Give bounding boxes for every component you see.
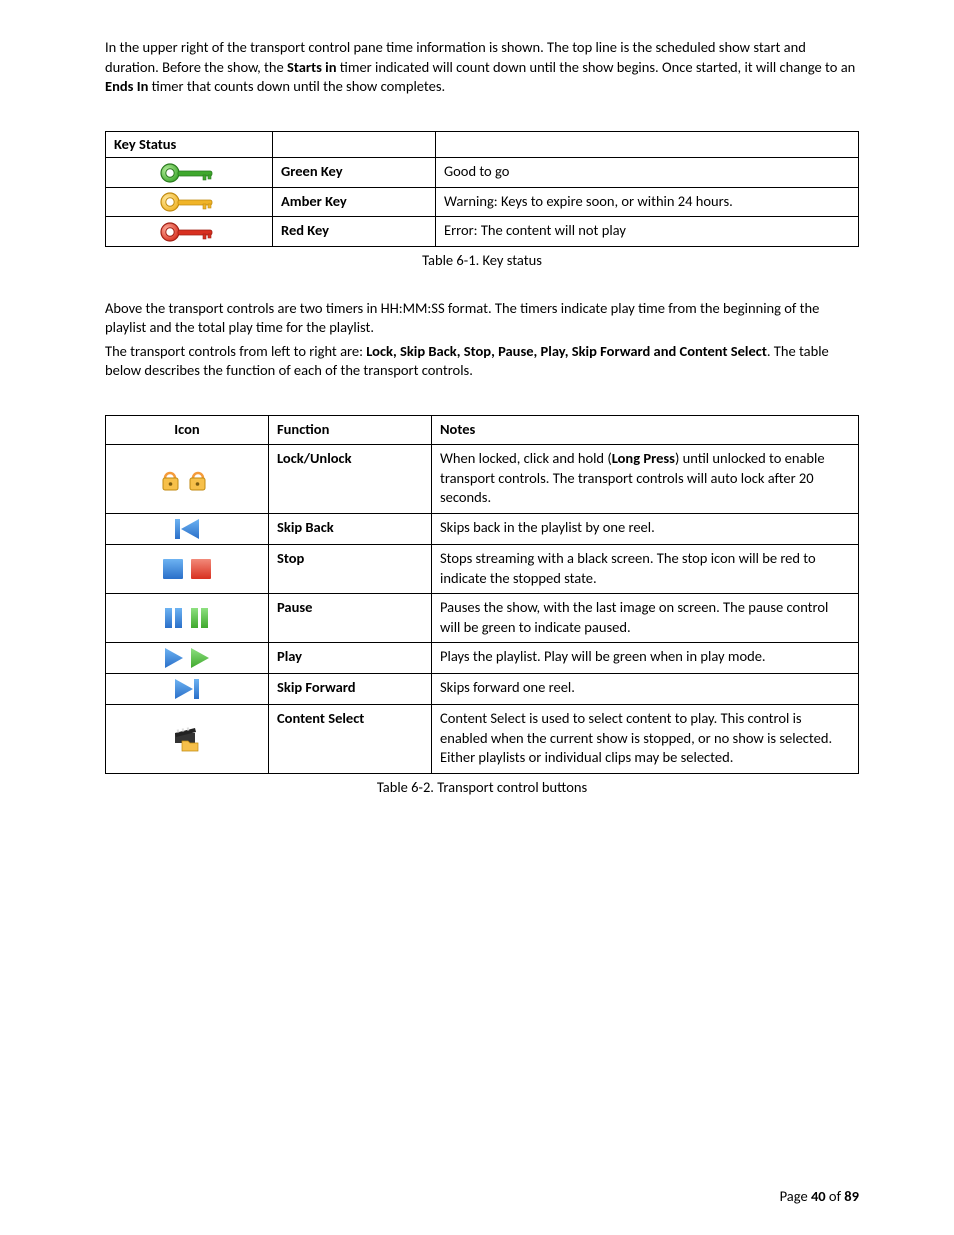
function-notes: Content Select is used to select content… — [432, 705, 859, 774]
table-row: Skip Back Skips back in the playlist by … — [106, 514, 859, 545]
timers-paragraph: Above the transport controls are two tim… — [105, 299, 859, 338]
long-press-bold: Long Press — [612, 449, 675, 467]
table-row: Green Key Good to go — [106, 158, 859, 188]
function-name: Lock/Unlock — [269, 445, 432, 514]
function-name: Skip Back — [269, 514, 432, 545]
notes-text: When locked, click and hold ( — [440, 449, 612, 467]
function-name: Stop — [269, 545, 432, 594]
table-row: Skip Forward Skips forward one reel. — [106, 674, 859, 705]
red-key-icon — [106, 217, 273, 247]
function-notes: Stops streaming with a black screen. The… — [432, 545, 859, 594]
intro-starts-in: Starts in — [287, 58, 336, 76]
key-desc: Error: The content will not play — [436, 217, 859, 247]
footer-text: of — [826, 1187, 845, 1205]
col-function: Function — [269, 415, 432, 445]
empty-cell — [436, 131, 859, 158]
table1-caption: Table 6-1. Key status — [105, 251, 859, 271]
transport-text: The transport controls from left to righ… — [105, 342, 366, 360]
skip-back-icon — [106, 514, 269, 545]
footer-text: Page — [780, 1187, 811, 1205]
col-notes: Notes — [432, 415, 859, 445]
table-header-row: Icon Function Notes — [106, 415, 859, 445]
key-name: Amber Key — [273, 187, 436, 217]
table-row: Content Select Content Select is used to… — [106, 705, 859, 774]
empty-cell — [273, 131, 436, 158]
intro-text: timer that counts down until the show co… — [148, 77, 445, 95]
stop-icon — [106, 545, 269, 594]
col-icon: Icon — [106, 415, 269, 445]
table-row: Play Plays the playlist. Play will be gr… — [106, 643, 859, 674]
function-notes: Pauses the show, with the last image on … — [432, 594, 859, 643]
function-notes: Plays the playlist. Play will be green w… — [432, 643, 859, 674]
footer-page-total: 89 — [844, 1187, 859, 1205]
content-select-icon — [106, 705, 269, 774]
table2-caption: Table 6-2. Transport control buttons — [105, 778, 859, 798]
function-notes: Skips back in the playlist by one reel. — [432, 514, 859, 545]
pause-icon — [106, 594, 269, 643]
key-name: Green Key — [273, 158, 436, 188]
key-status-table: Key Status Green Key Good to go — [105, 131, 859, 247]
table-row: Stop Stops streaming with a black screen… — [106, 545, 859, 594]
function-notes: Skips forward one reel. — [432, 674, 859, 705]
key-desc: Good to go — [436, 158, 859, 188]
function-notes: When locked, click and hold (Long Press)… — [432, 445, 859, 514]
function-name: Pause — [269, 594, 432, 643]
intro-ends-in: Ends In — [105, 77, 148, 95]
table-header-row: Key Status — [106, 131, 859, 158]
table-row: Lock/Unlock When locked, click and hold … — [106, 445, 859, 514]
skip-forward-icon — [106, 674, 269, 705]
transport-list-paragraph: The transport controls from left to righ… — [105, 342, 859, 381]
function-name: Play — [269, 643, 432, 674]
table-row: Amber Key Warning: Keys to expire soon, … — [106, 187, 859, 217]
table-row: Red Key Error: The content will not play — [106, 217, 859, 247]
key-name: Red Key — [273, 217, 436, 247]
intro-text: timer indicated will count down until th… — [337, 58, 856, 76]
transport-controls-table: Icon Function Notes Lock/Unlock When loc… — [105, 415, 859, 774]
footer-page-current: 40 — [811, 1187, 826, 1205]
key-status-header: Key Status — [106, 131, 273, 158]
key-desc: Warning: Keys to expire soon, or within … — [436, 187, 859, 217]
green-key-icon — [106, 158, 273, 188]
intro-paragraph: In the upper right of the transport cont… — [105, 38, 859, 97]
function-name: Content Select — [269, 705, 432, 774]
lock-unlock-icon — [106, 445, 269, 514]
table-row: Pause Pauses the show, with the last ima… — [106, 594, 859, 643]
transport-list-bold: Lock, Skip Back, Stop, Pause, Play, Skip… — [366, 342, 767, 360]
function-name: Skip Forward — [269, 674, 432, 705]
amber-key-icon — [106, 187, 273, 217]
play-icon — [106, 643, 269, 674]
page-footer: Page 40 of 89 — [780, 1187, 859, 1207]
